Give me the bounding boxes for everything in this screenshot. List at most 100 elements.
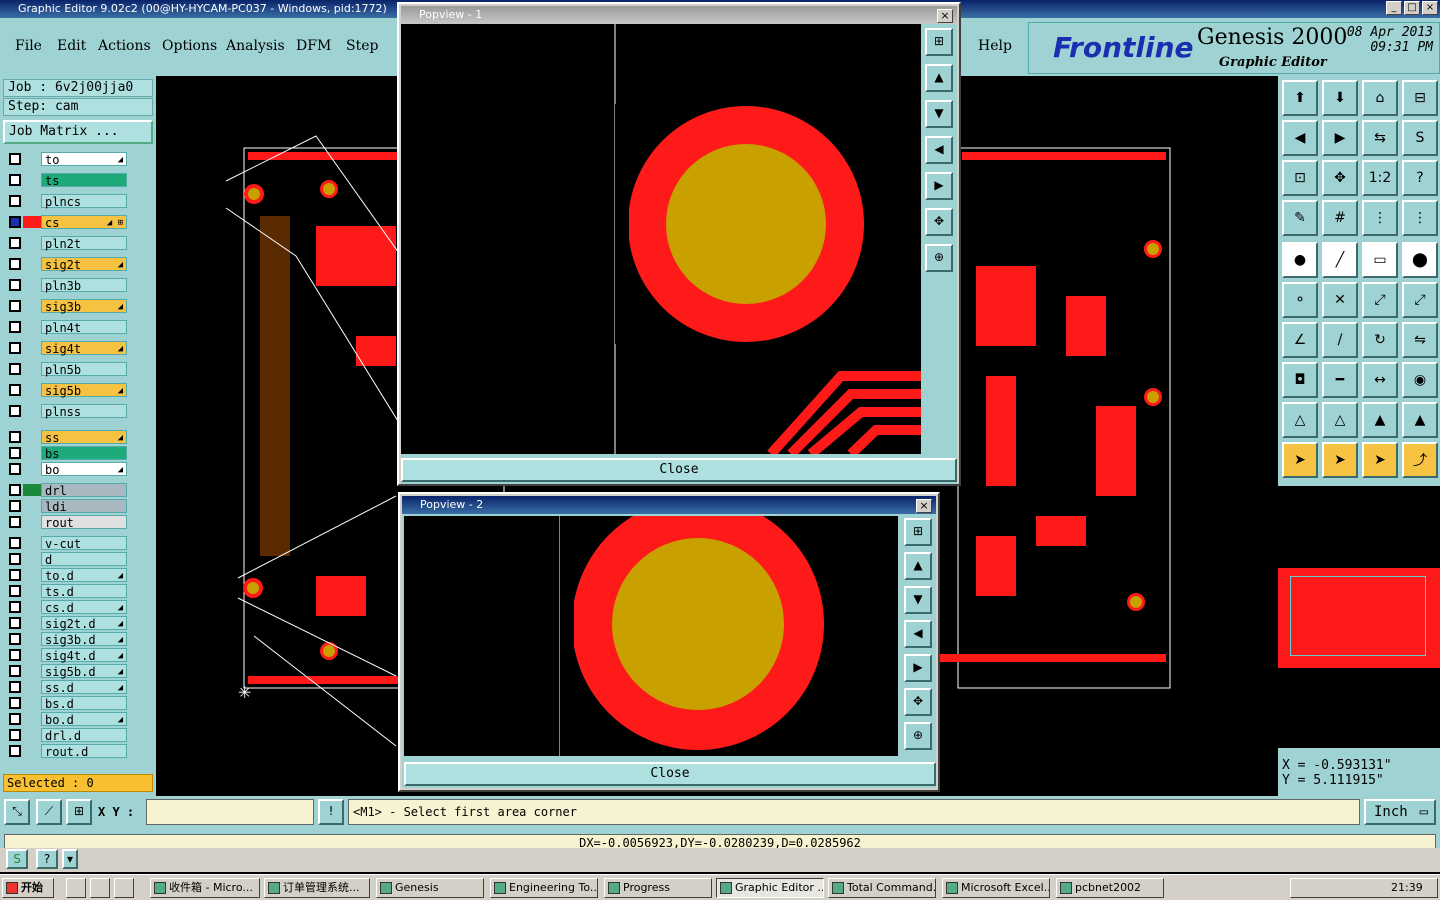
layer-row-bs-d[interactable]: bs.d bbox=[7, 696, 127, 711]
close-window-button[interactable]: × bbox=[1422, 1, 1438, 15]
layer-checkbox[interactable] bbox=[9, 321, 21, 333]
pick-pad-icon[interactable]: ● bbox=[1282, 242, 1318, 278]
angle-icon[interactable]: ∠ bbox=[1282, 322, 1318, 358]
layer-name[interactable]: sig5b.d ◢ bbox=[41, 664, 127, 679]
select-area-icon[interactable]: ⬤ bbox=[1402, 242, 1438, 278]
popview-1-titlebar[interactable]: Popview - 1 × bbox=[401, 6, 957, 24]
layer-color-swatch[interactable] bbox=[23, 601, 41, 613]
shapes-icon[interactable]: ◉ bbox=[1402, 362, 1438, 398]
layer-color-swatch[interactable] bbox=[23, 384, 41, 396]
layer-name[interactable]: sig4t ◢ bbox=[41, 341, 127, 356]
layer-color-swatch[interactable] bbox=[23, 363, 41, 375]
layer-color-swatch[interactable] bbox=[23, 153, 41, 165]
ruler-icon[interactable]: ▭ bbox=[1362, 242, 1398, 278]
popview-2-zoom-in-icon[interactable]: ▲ bbox=[904, 552, 932, 580]
layer-color-swatch[interactable] bbox=[23, 537, 41, 549]
layer-color-swatch[interactable] bbox=[23, 484, 41, 496]
dropdown-icon[interactable]: ▾ bbox=[62, 849, 78, 869]
layer-checkbox[interactable] bbox=[9, 384, 21, 396]
pan-right-icon[interactable]: ▶ bbox=[1322, 120, 1358, 156]
mirror-icon[interactable]: ⇆ bbox=[1362, 120, 1398, 156]
zoom-fit-icon[interactable]: ⊡ bbox=[1282, 160, 1318, 196]
window-split-icon[interactable]: ⊟ bbox=[1402, 80, 1438, 116]
popview-1-center-icon[interactable]: ⊕ bbox=[925, 244, 953, 272]
menu-dfm[interactable]: DFM bbox=[296, 38, 331, 54]
layer-checkbox[interactable] bbox=[9, 195, 21, 207]
popview-1-zoom-window-icon[interactable]: ⊞ bbox=[925, 28, 953, 56]
layer-checkbox[interactable] bbox=[9, 363, 21, 375]
layer-name[interactable]: ldi bbox=[41, 499, 127, 514]
layer-color-swatch[interactable] bbox=[23, 447, 41, 459]
zoom-down-icon[interactable]: ⬇ bbox=[1322, 80, 1358, 116]
popview-1-close-x[interactable]: × bbox=[937, 9, 953, 23]
layer-name[interactable]: drl bbox=[41, 483, 127, 498]
maximize-button[interactable]: □ bbox=[1404, 1, 1420, 15]
task-engineering[interactable]: Engineering To... bbox=[490, 878, 598, 898]
layer-row-bo-d[interactable]: bo.d ◢ bbox=[7, 712, 127, 727]
layer-checkbox[interactable] bbox=[9, 258, 21, 270]
layer-name[interactable]: to.d ◢ bbox=[41, 568, 127, 583]
layer-name[interactable]: bo.d ◢ bbox=[41, 712, 127, 727]
menu-help[interactable]: Help bbox=[978, 38, 1012, 54]
layer-name[interactable]: rout.d bbox=[41, 744, 127, 759]
layer-name[interactable]: bs.d bbox=[41, 696, 127, 711]
task-graphic-editor[interactable]: Graphic Editor ... bbox=[716, 878, 824, 898]
menu-step[interactable]: Step bbox=[346, 38, 378, 54]
layer-checkbox[interactable] bbox=[9, 553, 21, 565]
draw-line-icon[interactable]: ╱ bbox=[1322, 242, 1358, 278]
layer-checkbox[interactable] bbox=[9, 617, 21, 629]
layer-checkbox[interactable] bbox=[9, 342, 21, 354]
slash-icon[interactable]: / bbox=[1322, 322, 1358, 358]
popview-2-pan-left-icon[interactable]: ◀ bbox=[904, 620, 932, 648]
layer-color-swatch[interactable] bbox=[23, 649, 41, 661]
layer-row-pln4t[interactable]: pln4t bbox=[7, 320, 127, 335]
clock[interactable]: 21:39 bbox=[1391, 881, 1423, 894]
layer-row-ts-d[interactable]: ts.d bbox=[7, 584, 127, 599]
layer-name[interactable]: sig3b.d ◢ bbox=[41, 632, 127, 647]
cross-icon[interactable]: ✕ bbox=[1322, 282, 1358, 318]
layer-name[interactable]: plnss bbox=[41, 404, 127, 419]
layer-checkbox[interactable] bbox=[9, 484, 21, 496]
layer-checkbox[interactable] bbox=[9, 729, 21, 741]
layer-checkbox[interactable] bbox=[9, 463, 21, 475]
popview-2-center-icon[interactable]: ⊕ bbox=[904, 722, 932, 750]
layer-checkbox[interactable] bbox=[9, 300, 21, 312]
swap-icon[interactable]: S bbox=[1402, 120, 1438, 156]
layer-row-to[interactable]: to ◢ bbox=[7, 152, 127, 167]
menu-options[interactable]: Options bbox=[162, 38, 217, 54]
triangle-fill-alt-icon[interactable]: ▲ bbox=[1402, 402, 1438, 438]
layer-row-ss[interactable]: ss ◢ bbox=[7, 430, 127, 445]
pointer-select-icon[interactable]: ➤ bbox=[1362, 442, 1398, 478]
task-genesis[interactable]: Genesis bbox=[376, 878, 484, 898]
layer-color-swatch[interactable] bbox=[23, 237, 41, 249]
pad-select-icon[interactable]: ◘ bbox=[1282, 362, 1318, 398]
layer-name[interactable]: pln2t bbox=[41, 236, 127, 251]
horizontal-line-icon[interactable]: ━ bbox=[1322, 362, 1358, 398]
layer-name[interactable]: ts.d bbox=[41, 584, 127, 599]
measure-tool-icon[interactable]: ⟋ bbox=[36, 799, 62, 825]
popview-2-zoom-out-icon[interactable]: ▼ bbox=[904, 586, 932, 614]
layer-name[interactable]: pln4t bbox=[41, 320, 127, 335]
overview-viewport[interactable] bbox=[1290, 576, 1426, 656]
measure-icon[interactable]: ↔ bbox=[1362, 362, 1398, 398]
menu-actions[interactable]: Actions bbox=[98, 38, 151, 54]
layer-checkbox[interactable] bbox=[9, 633, 21, 645]
triangle-icon[interactable]: △ bbox=[1282, 402, 1318, 438]
layer-row-pln2t[interactable]: pln2t bbox=[7, 236, 127, 251]
start-button[interactable]: 开始 bbox=[2, 878, 54, 898]
layer-name[interactable]: sig2t.d ◢ bbox=[41, 616, 127, 631]
layer-checkbox[interactable] bbox=[9, 697, 21, 709]
layer-row-to-d[interactable]: to.d ◢ bbox=[7, 568, 127, 583]
flip-icon[interactable]: ⇋ bbox=[1402, 322, 1438, 358]
layer-color-swatch[interactable] bbox=[23, 553, 41, 565]
layer-row-v-cut[interactable]: v-cut bbox=[7, 536, 127, 551]
popview-1-view[interactable] bbox=[401, 24, 921, 454]
grid-snap-icon[interactable]: ⊞ bbox=[66, 799, 92, 825]
palette-icon[interactable]: ✎ bbox=[1282, 200, 1318, 236]
popview-2-zoom-window-icon[interactable]: ⊞ bbox=[904, 518, 932, 546]
zoom-home-icon[interactable]: ⬆ bbox=[1282, 80, 1318, 116]
layer-row-drl[interactable]: drl bbox=[7, 483, 127, 498]
layer-row-sig4t-d[interactable]: sig4t.d ◢ bbox=[7, 648, 127, 663]
layer-name[interactable]: sig2t ◢ bbox=[41, 257, 127, 272]
quicklaunch-desktop-icon[interactable] bbox=[66, 878, 86, 898]
